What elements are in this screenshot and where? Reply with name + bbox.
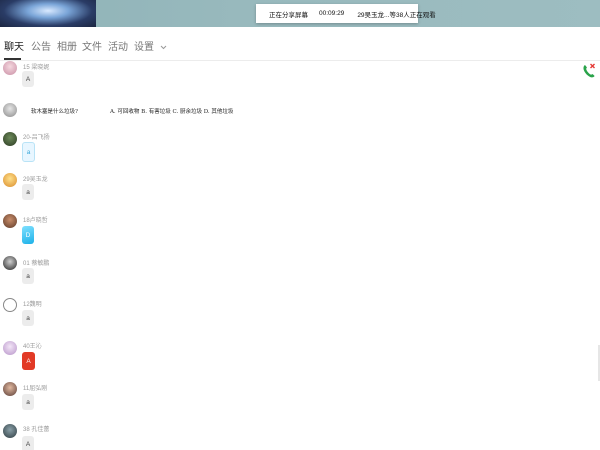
sender-name: 01 蔡敏鹏 [23,261,50,267]
top-banner: 正在分享屏幕 00:09:29 29吴玉龙...等38人正在观看 [0,0,600,27]
question-options: A. 可回收物 B. 有害垃圾 C. 厨余垃圾 D. 其他垃圾 [109,108,234,115]
avatar[interactable] [3,173,17,187]
tab-settings-label: 设置 [134,42,154,53]
message-bubble: a [22,310,34,326]
avatar[interactable] [3,103,17,117]
sender-name: 18卢晓哲 [23,218,48,224]
sender-name: 12魏明 [23,302,42,308]
sender-name: 38 孔佳蕾 [23,427,50,433]
message-bubble: a [22,394,34,410]
share-viewers[interactable]: 29吴玉龙...等38人正在观看 [357,9,435,19]
chevron-down-icon [160,45,167,50]
message-bubble: D [22,226,34,244]
question-text: 软木塞是什么垃圾? [31,108,78,115]
sender-name: 15 梁晓妮 [23,65,50,71]
message-list[interactable]: 15 梁晓妮 A 软木塞是什么垃圾? A. 可回收物 B. 有害垃圾 C. 厨余… [0,60,600,450]
avatar[interactable] [3,382,17,396]
group-tabs: 聊天 公告 相册 文件 活动 设置 [0,27,600,78]
sender-name: 29吴玉龙 [23,177,48,183]
avatar[interactable] [3,256,17,270]
message-bubble: A [22,436,34,450]
screen-share-bar[interactable]: 正在分享屏幕 00:09:29 29吴玉龙...等38人正在观看 [256,4,436,23]
sender-name: 40王沁 [23,344,42,350]
avatar[interactable] [3,132,17,146]
sender-name: 20-吕飞扬 [23,135,50,141]
message-bubble: A [22,71,34,87]
tab-chat[interactable]: 聊天 [4,38,24,53]
avatar[interactable] [3,341,17,355]
avatar[interactable] [3,298,17,312]
avatar[interactable] [3,424,17,438]
message-bubble: a [22,142,35,162]
sender-name: 11屈弘刚 [23,386,48,392]
avatar[interactable] [3,61,17,75]
message-bubble: a [22,184,34,200]
message-bubble: A [22,352,35,370]
message-bubble: a [22,268,34,284]
tab-activity[interactable]: 活动 [108,38,128,53]
tab-album[interactable]: 相册 [57,38,77,53]
share-timer: 00:09:29 [319,10,345,17]
share-status: 正在分享屏幕 [269,11,308,19]
tab-files[interactable]: 文件 [82,38,102,53]
banner-image [0,0,96,27]
avatar[interactable] [3,214,17,228]
question-message: 软木塞是什么垃圾? A. 可回收物 B. 有害垃圾 C. 厨余垃圾 D. 其他垃… [24,104,238,117]
tab-announcements[interactable]: 公告 [31,38,51,53]
tab-settings[interactable]: 设置 [134,38,167,53]
